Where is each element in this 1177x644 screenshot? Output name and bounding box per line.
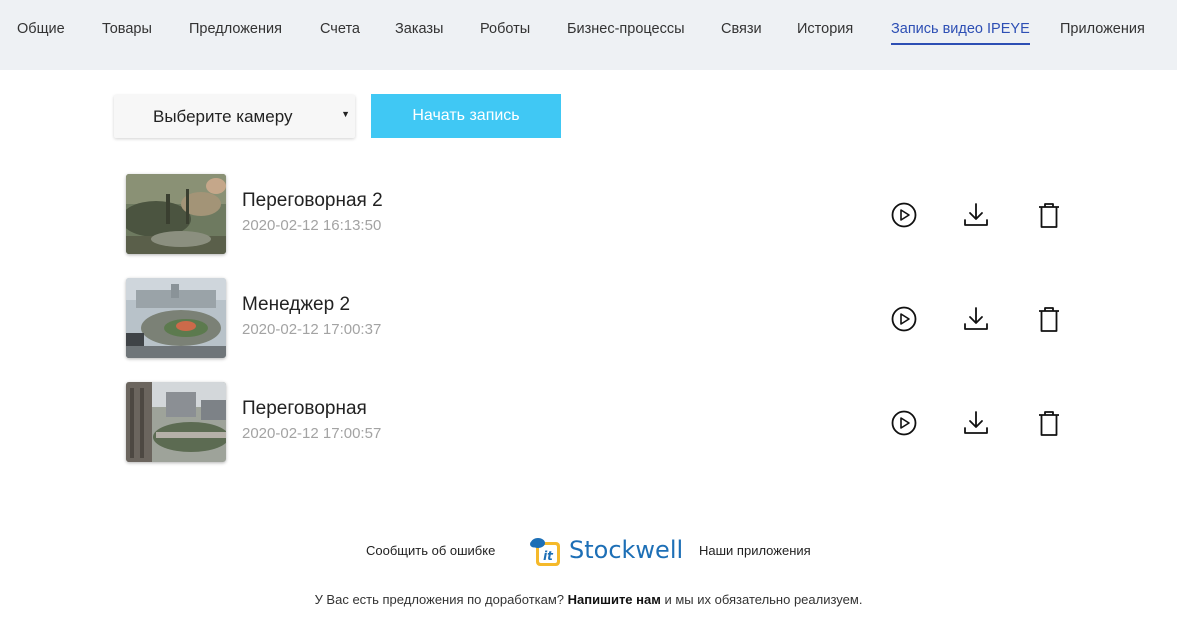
tab-history[interactable]: История	[797, 20, 853, 38]
tab-bar: Общие Товары Предложения Счета Заказы Ро…	[0, 0, 1177, 70]
suggestion-text: У Вас есть предложения по доработкам? На…	[314, 592, 863, 607]
video-thumbnail[interactable]	[126, 382, 226, 462]
play-circle-icon[interactable]	[889, 408, 919, 438]
download-icon[interactable]	[961, 408, 991, 438]
cloud-badge-icon: it	[530, 538, 560, 566]
recording-row: Переговорная 2 2020-02-12 16:13:50	[0, 174, 1177, 256]
camera-select[interactable]: Выберите камеру ▼	[114, 95, 355, 138]
tab-robots[interactable]: Роботы	[480, 20, 530, 38]
tab-links[interactable]: Связи	[721, 20, 762, 38]
recording-row: Переговорная 2020-02-12 17:00:57	[0, 382, 1177, 464]
recording-date: 2020-02-12 16:13:50	[242, 217, 382, 234]
svg-text:it: it	[543, 549, 554, 563]
trash-icon[interactable]	[1034, 304, 1064, 334]
recording-name: Менеджер 2	[242, 294, 351, 315]
tab-general[interactable]: Общие	[17, 20, 65, 38]
download-icon[interactable]	[961, 304, 991, 334]
tab-products[interactable]: Товары	[102, 20, 152, 38]
report-error-link[interactable]: Сообщить об ошибке	[366, 543, 495, 558]
video-thumbnail[interactable]	[126, 174, 226, 254]
tab-applications[interactable]: Приложения	[1060, 20, 1145, 38]
recording-name: Переговорная 2	[242, 190, 383, 211]
tab-ipeye-recording[interactable]: Запись видео IPEYE	[891, 20, 1030, 45]
download-icon[interactable]	[961, 200, 991, 230]
play-circle-icon[interactable]	[889, 200, 919, 230]
play-circle-icon[interactable]	[889, 304, 919, 334]
caret-down-icon: ▼	[341, 109, 350, 119]
recording-date: 2020-02-12 17:00:37	[242, 321, 382, 338]
trash-icon[interactable]	[1034, 200, 1064, 230]
start-recording-button[interactable]: Начать запись	[371, 94, 561, 138]
camera-select-value: Выберите камеру	[153, 107, 293, 126]
tab-offers[interactable]: Предложения	[189, 20, 282, 38]
recording-row: Менеджер 2 2020-02-12 17:00:37	[0, 278, 1177, 360]
recording-name: Переговорная	[242, 398, 367, 419]
trash-icon[interactable]	[1034, 408, 1064, 438]
tab-business-processes[interactable]: Бизнес-процессы	[567, 20, 685, 38]
recording-date: 2020-02-12 17:00:57	[242, 425, 382, 442]
stockwell-logo[interactable]: it Stockwell	[529, 535, 684, 567]
our-apps-link[interactable]: Наши приложения	[699, 543, 811, 558]
logo-wordmark: Stockwell	[569, 536, 684, 564]
video-thumbnail[interactable]	[126, 278, 226, 358]
write-us-link[interactable]: Напишите нам	[568, 592, 661, 607]
tab-invoices[interactable]: Счета	[320, 20, 360, 38]
tab-orders[interactable]: Заказы	[395, 20, 443, 38]
